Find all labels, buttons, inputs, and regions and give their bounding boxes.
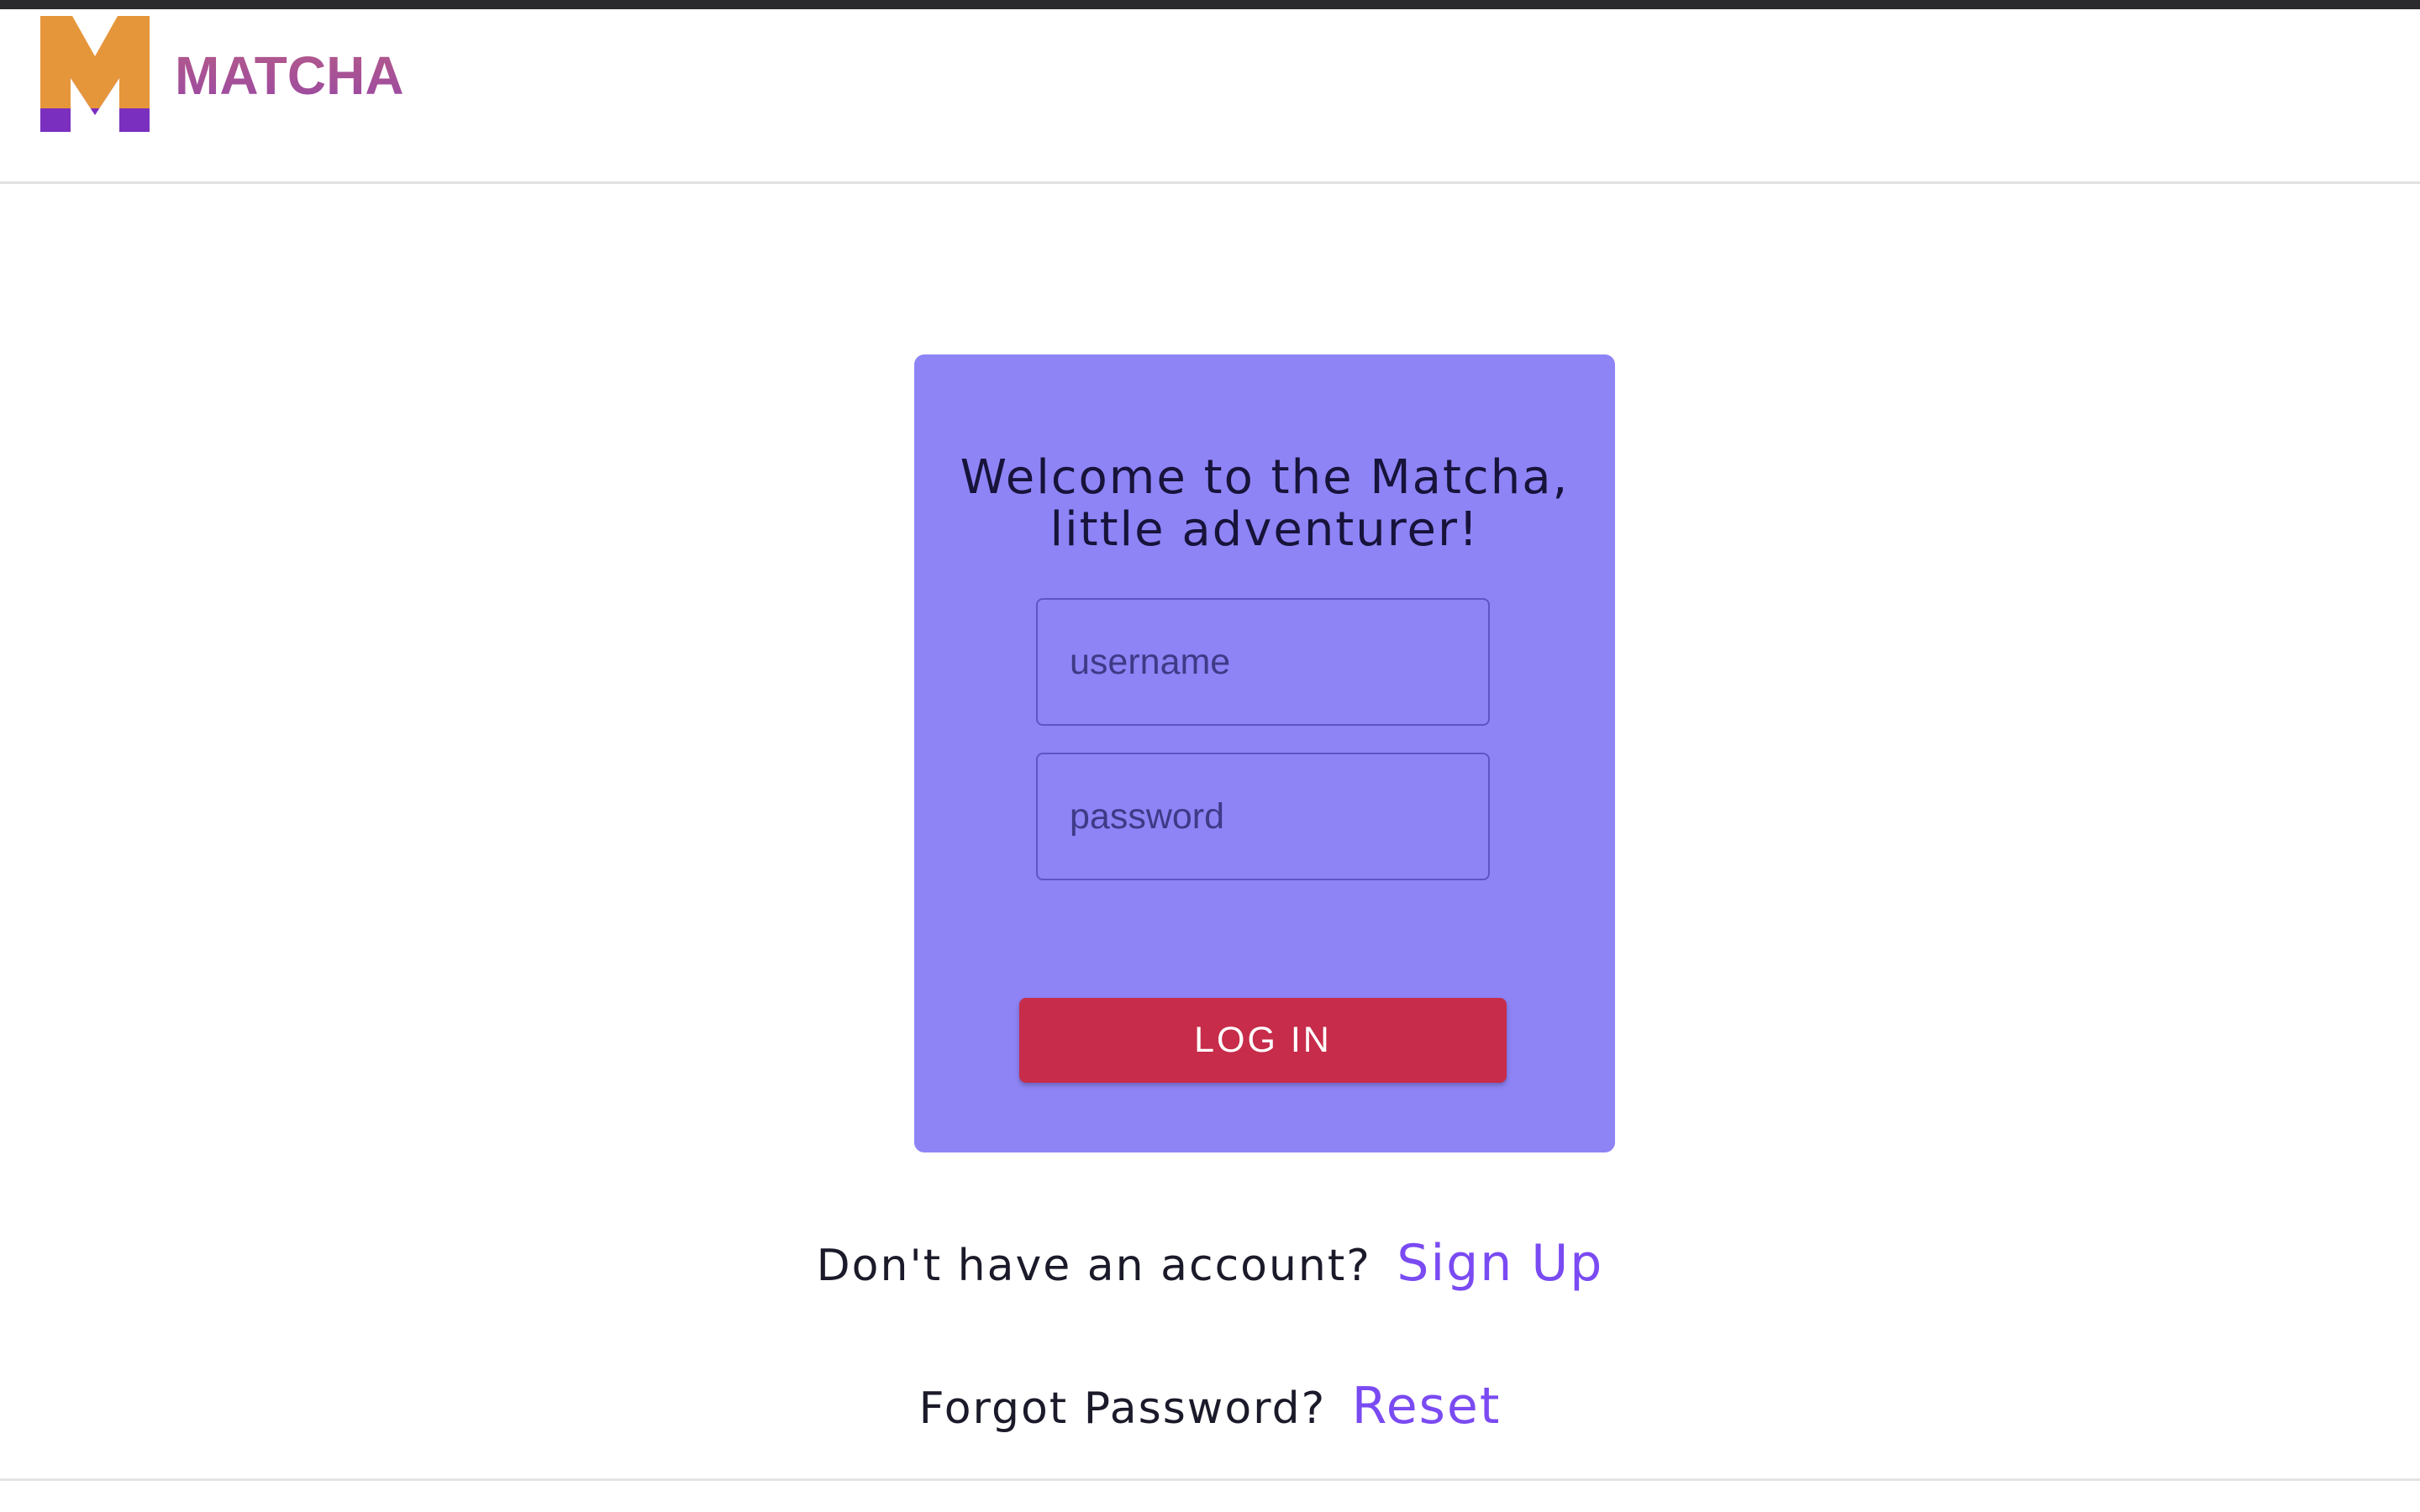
matcha-m-logo-icon[interactable] — [40, 16, 150, 132]
signup-prompt-text: Don't have an account? — [816, 1241, 1371, 1291]
window-top-strip — [0, 0, 2420, 9]
sign-up-link[interactable]: Sign Up — [1397, 1234, 1603, 1293]
login-card: Welcome to the Matcha, little adventurer… — [914, 354, 1615, 1152]
footer-divider — [0, 1478, 2420, 1481]
welcome-title: Welcome to the Matcha, little adventurer… — [914, 449, 1615, 557]
reset-prompt-text: Forgot Password? — [918, 1383, 1327, 1434]
login-button[interactable]: LOG IN — [1019, 998, 1507, 1083]
welcome-title-line-1: Welcome to the Matcha, — [960, 449, 1570, 505]
reset-prompt: Forgot Password? Reset — [0, 1381, 2420, 1431]
app-name[interactable]: MATCHA — [175, 49, 404, 102]
password-input[interactable] — [1036, 753, 1490, 880]
welcome-title-line-2: little adventurer! — [1050, 501, 1480, 557]
reset-password-link[interactable]: Reset — [1352, 1377, 1502, 1436]
signup-prompt: Don't have an account? Sign Up — [0, 1238, 2420, 1289]
username-input[interactable] — [1036, 598, 1490, 726]
app-header: MATCHA — [0, 9, 2420, 184]
